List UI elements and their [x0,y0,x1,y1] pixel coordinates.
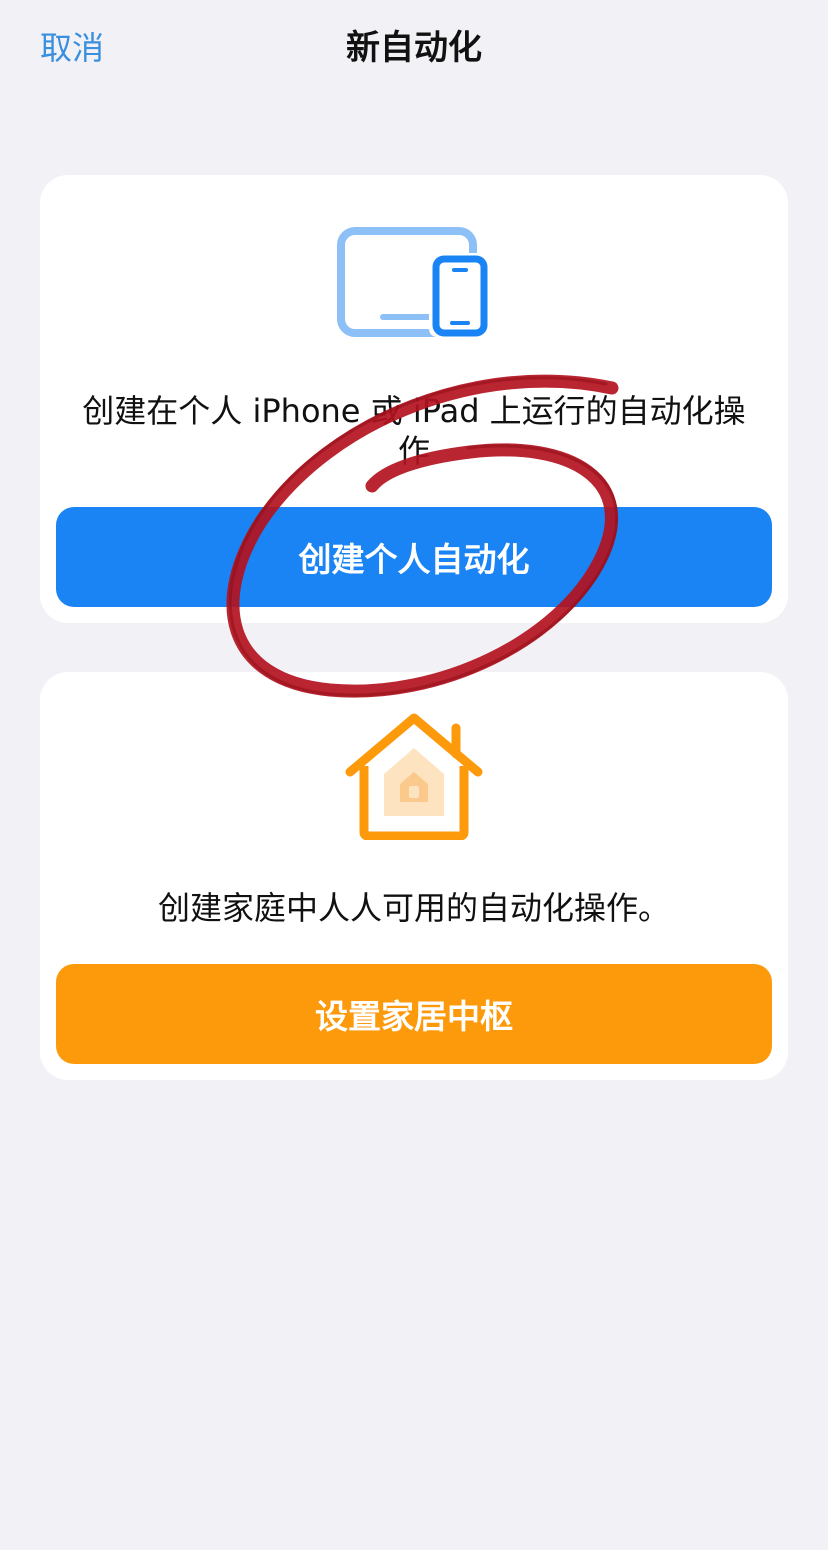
navigation-bar: 取消 新自动化 [0,0,828,100]
create-personal-automation-button[interactable]: 创建个人自动化 [56,507,772,607]
personal-automation-description: 创建在个人 iPhone 或 iPad 上运行的自动化操作 [82,392,746,470]
set-up-home-hub-button[interactable]: 设置家居中枢 [56,964,772,1064]
home-automation-card: 创建家庭中人人可用的自动化操作。 设置家居中枢 [40,672,788,1080]
home-icon [40,712,788,840]
home-automation-description: 创建家庭中人人可用的自动化操作。 [157,889,670,927]
personal-automation-card: 创建在个人 iPhone 或 iPad 上运行的自动化操作 创建个人自动化 [40,175,788,623]
page-title: 新自动化 [346,28,482,68]
ipad-iphone-icon [40,227,788,339]
